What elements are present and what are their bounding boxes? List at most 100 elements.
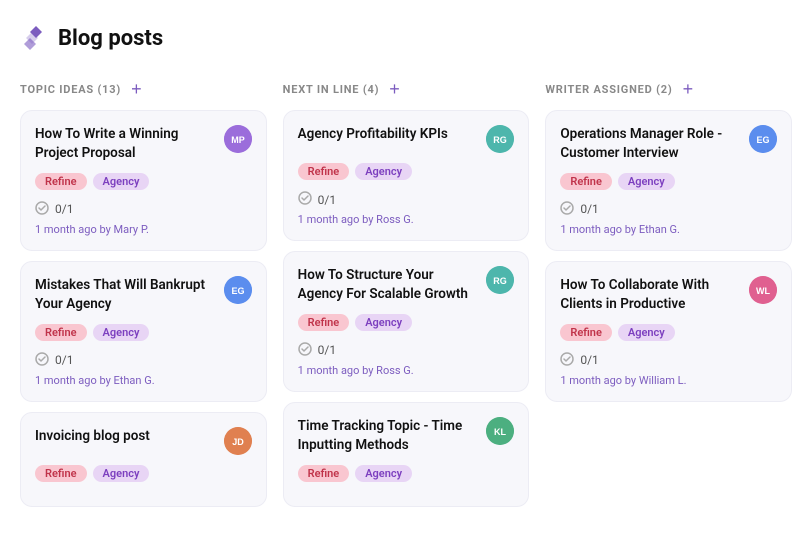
card-progress: 0/1 [560, 351, 777, 370]
card-tags: Refine Agency [35, 324, 252, 341]
card[interactable]: How To Structure Your Agency For Scalabl… [283, 251, 530, 392]
card-top: How To Structure Your Agency For Scalabl… [298, 266, 515, 304]
tag-agency[interactable]: Agency [93, 465, 150, 482]
card-time: 1 month ago by Ross G. [298, 213, 515, 226]
tag-refine[interactable]: Refine [560, 173, 612, 190]
svg-text:MP: MP [231, 135, 245, 145]
card-title: How To Structure Your Agency For Scalabl… [298, 266, 479, 304]
column-header-topic-ideas: TOPIC IDEAS (13) + [20, 80, 267, 98]
page-header: Blog posts [20, 24, 792, 52]
avatar: RG [486, 125, 514, 153]
check-icon [560, 351, 574, 370]
card-time: 1 month ago by Ross G. [298, 364, 515, 377]
column-header-writer-assigned: WRITER ASSIGNED (2) + [545, 80, 792, 98]
avatar: KL [486, 417, 514, 445]
card-top: Agency Profitability KPIs RG [298, 125, 515, 153]
app-logo [20, 24, 48, 52]
card-progress: 0/1 [298, 341, 515, 360]
card-title: Agency Profitability KPIs [298, 125, 479, 144]
tag-refine[interactable]: Refine [298, 314, 350, 331]
card-progress: 0/1 [560, 200, 777, 219]
card[interactable]: Agency Profitability KPIs RG Refine Agenc… [283, 110, 530, 241]
card-title: Operations Manager Role - Customer Inter… [560, 125, 741, 163]
tag-refine[interactable]: Refine [298, 465, 350, 482]
card[interactable]: How To Collaborate With Clients in Produ… [545, 261, 792, 402]
card-progress: 0/1 [35, 351, 252, 370]
svg-text:WL: WL [756, 286, 770, 296]
card-title: How To Collaborate With Clients in Produ… [560, 276, 741, 314]
card-tags: Refine Agency [560, 173, 777, 190]
card[interactable]: Time Tracking Topic - Time Inputting Met… [283, 402, 530, 507]
card-top: Mistakes That Will Bankrupt Your Agency … [35, 276, 252, 314]
svg-text:KL: KL [494, 427, 506, 437]
card-top: Invoicing blog post JD [35, 427, 252, 455]
add-card-button-writer-assigned[interactable]: + [681, 80, 696, 98]
tag-refine[interactable]: Refine [35, 324, 87, 341]
card[interactable]: How To Write a Winning Project Proposal … [20, 110, 267, 251]
avatar: EG [749, 125, 777, 153]
tag-refine[interactable]: Refine [35, 465, 87, 482]
card-tags: Refine Agency [298, 465, 515, 482]
column-title-topic-ideas: TOPIC IDEAS (13) [20, 83, 121, 96]
tag-agency[interactable]: Agency [355, 314, 412, 331]
card[interactable]: Invoicing blog post JD Refine Agency [20, 412, 267, 507]
svg-text:JD: JD [232, 437, 244, 447]
card-progress: 0/1 [298, 190, 515, 209]
avatar: MP [224, 125, 252, 153]
column-writer-assigned: WRITER ASSIGNED (2) + Operations Manager R… [545, 80, 792, 517]
card-title: Mistakes That Will Bankrupt Your Agency [35, 276, 216, 314]
tag-agency[interactable]: Agency [618, 324, 675, 341]
column-next-in-line: NEXT IN LINE (4) + Agency Profitability KP… [283, 80, 530, 517]
kanban-board: TOPIC IDEAS (13) + How To Write a Winning … [20, 80, 792, 517]
card-time: 1 month ago by Mary P. [35, 223, 252, 236]
add-card-button-topic-ideas[interactable]: + [129, 80, 144, 98]
progress-text: 0/1 [318, 193, 336, 207]
card-top: How To Write a Winning Project Proposal … [35, 125, 252, 163]
check-icon [560, 200, 574, 219]
card-tags: Refine Agency [35, 465, 252, 482]
card-time: 1 month ago by Ethan G. [560, 223, 777, 236]
progress-text: 0/1 [55, 353, 73, 367]
check-icon [35, 200, 49, 219]
column-header-next-in-line: NEXT IN LINE (4) + [283, 80, 530, 98]
tag-agency[interactable]: Agency [355, 163, 412, 180]
column-topic-ideas: TOPIC IDEAS (13) + How To Write a Winning … [20, 80, 267, 517]
tag-agency[interactable]: Agency [618, 173, 675, 190]
card-time: 1 month ago by Ethan G. [35, 374, 252, 387]
tag-agency[interactable]: Agency [93, 173, 150, 190]
svg-text:RG: RG [494, 276, 508, 286]
progress-text: 0/1 [580, 353, 598, 367]
progress-text: 0/1 [580, 202, 598, 216]
avatar: EG [224, 276, 252, 304]
card-top: Time Tracking Topic - Time Inputting Met… [298, 417, 515, 455]
check-icon [298, 341, 312, 360]
card-top: Operations Manager Role - Customer Inter… [560, 125, 777, 163]
card-tags: Refine Agency [298, 163, 515, 180]
card[interactable]: Mistakes That Will Bankrupt Your Agency … [20, 261, 267, 402]
check-icon [35, 351, 49, 370]
tag-agency[interactable]: Agency [355, 465, 412, 482]
card-title: How To Write a Winning Project Proposal [35, 125, 216, 163]
tag-refine[interactable]: Refine [35, 173, 87, 190]
card-progress: 0/1 [35, 200, 252, 219]
card[interactable]: Operations Manager Role - Customer Inter… [545, 110, 792, 251]
svg-text:RG: RG [494, 135, 508, 145]
avatar: RG [486, 266, 514, 294]
check-icon [298, 190, 312, 209]
tag-refine[interactable]: Refine [560, 324, 612, 341]
page-title: Blog posts [58, 26, 163, 51]
column-title-next-in-line: NEXT IN LINE (4) [283, 83, 380, 96]
add-card-button-next-in-line[interactable]: + [387, 80, 402, 98]
card-tags: Refine Agency [298, 314, 515, 331]
card-title: Time Tracking Topic - Time Inputting Met… [298, 417, 479, 455]
card-tags: Refine Agency [35, 173, 252, 190]
tag-agency[interactable]: Agency [93, 324, 150, 341]
card-title: Invoicing blog post [35, 427, 216, 446]
card-time: 1 month ago by William L. [560, 374, 777, 387]
progress-text: 0/1 [318, 343, 336, 357]
column-title-writer-assigned: WRITER ASSIGNED (2) [545, 83, 672, 96]
tag-refine[interactable]: Refine [298, 163, 350, 180]
svg-text:EG: EG [756, 135, 769, 145]
progress-text: 0/1 [55, 202, 73, 216]
page-container: Blog posts TOPIC IDEAS (13) + How To Write… [0, 0, 812, 537]
